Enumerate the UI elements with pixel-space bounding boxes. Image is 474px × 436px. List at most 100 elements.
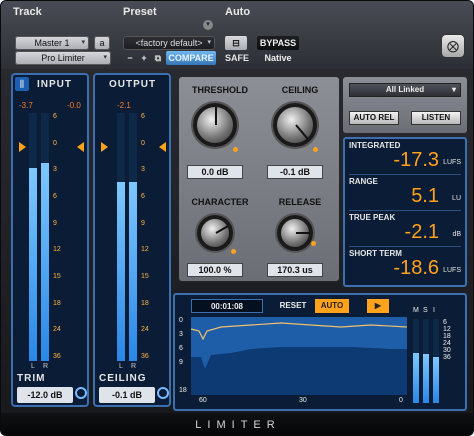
scale-tick: 12 [53,246,61,254]
graph-y-tick: 18 [179,387,187,394]
scale-tick: 36 [443,354,451,361]
release-label: RELEASE [278,197,322,207]
threshold-value[interactable]: 0.0 dB [187,165,243,179]
native-indicator: Native [264,53,292,63]
output-left-meter [117,113,125,361]
release-knob[interactable] [277,215,313,251]
chevron-down-icon: ▾ [207,39,211,46]
chevron-down-icon: ▾ [451,85,456,94]
scale-tick: 3 [53,166,57,174]
scale-tick: 36 [53,353,61,360]
trim-target-icon[interactable] [75,387,87,399]
msi-label-m: M [413,307,419,314]
character-value[interactable]: 100.0 % [187,263,243,277]
scale-tick: 0 [141,139,145,147]
copy-settings-icon[interactable]: ⧉ [152,51,164,65]
preset-label: Preset [123,6,157,18]
scale-tick: 24 [141,326,149,334]
link-mode-value: All Linked [385,85,425,94]
preset-menu-icon[interactable]: ▾ [203,20,213,30]
scale-tick: 18 [443,333,451,340]
threshold-knob[interactable] [193,103,237,147]
character-dot [231,249,236,254]
auto-button[interactable]: AUTO [315,299,349,313]
history-graph-panel: 00:01:08 RESET AUTO ▶ 0 3 6 9 18 60 30 0 M S I… [173,293,467,411]
threshold-indicator [215,107,217,125]
character-knob[interactable] [197,215,233,251]
release-dot [311,241,316,246]
graph-y-tick: 3 [179,331,183,338]
ceiling-knob[interactable] [273,103,317,147]
ceiling-marker-left[interactable] [101,142,108,152]
track-name: Master 1 [34,38,70,48]
true-peak-label: TRUE PEAK [349,213,396,222]
listen-button[interactable]: LISTEN [411,111,461,125]
threshold-marker-right[interactable] [77,142,84,152]
msi-label-i: I [433,307,435,314]
threshold-marker-left[interactable] [19,142,26,152]
track-group-button[interactable]: a [94,36,110,50]
input-scale: 6 0 3 6 9 12 15 18 24 36 [53,113,67,361]
release-value[interactable]: 170.3 us [267,263,323,277]
reset-button[interactable]: RESET [275,299,311,313]
true-peak-value: -2.1 [404,221,439,243]
compare-button[interactable]: COMPARE [166,51,216,65]
output-left-fill [117,182,125,361]
scale-tick: 36 [141,353,149,360]
input-right-label: R [43,363,49,370]
integrated-fill [433,356,439,403]
output-meter-title: OUTPUT [109,79,157,90]
ceiling-knob-value[interactable]: -0.1 dB [267,165,323,179]
input-peak-left: -3.7 [19,101,33,110]
ceiling-indicator [295,124,309,140]
output-ceiling-field[interactable]: -0.1 dB [99,387,155,403]
scale-tick: 12 [141,246,149,254]
input-left-fill [29,167,37,361]
output-right-fill [129,182,137,361]
preset-previous-button[interactable]: − [124,51,136,65]
threshold-label: THRESHOLD [192,85,248,95]
preset-next-button[interactable]: + [138,51,150,65]
scale-tick: 15 [53,273,61,280]
track-selector[interactable]: Master 1 ▾ [15,36,89,50]
short-term-fill [423,354,429,403]
play-icon[interactable]: ▶ [367,299,389,313]
link-mode-selector[interactable]: All Linked ▾ [349,83,461,97]
scale-tick: 6 [141,113,145,120]
automation-icon[interactable]: ⊟ [225,36,247,50]
scale-tick: 6 [53,193,57,200]
plugin-selector[interactable]: Pro Limiter ▾ [15,51,111,65]
ceiling-target-icon[interactable] [157,387,169,399]
auto-release-button[interactable]: AUTO REL [349,111,399,125]
range-row: RANGE 5.1 LU [349,175,461,211]
input-left-label: L [31,363,35,370]
track-label: Track [13,6,42,18]
input-peak-right: -0.0 [67,101,81,110]
integrated-row: INTEGRATED -17.3 LUFS [349,139,461,175]
link-panel: All Linked ▾ AUTO REL LISTEN [343,77,467,133]
ceiling-marker-right[interactable] [159,142,166,152]
trim-field[interactable]: -12.0 dB [17,387,73,403]
plugin-logo-icon: ⨂ [441,34,465,58]
integrated-meter [433,319,439,403]
bypass-button[interactable]: BYPASS [257,36,299,50]
trim-label: TRIM [17,373,46,384]
character-label: CHARACTER [191,197,249,207]
input-left-meter [29,113,37,361]
input-meter-panel: ⫼ INPUT -3.7 -0.0 6 0 3 6 9 12 15 18 24 36 L R TR… [11,73,89,407]
msi-meters: M S I 6 12 18 24 30 36 [413,307,463,407]
meter-link-icon[interactable]: ⫼ [15,77,29,91]
scale-tick: 9 [141,219,145,227]
time-display: 00:01:08 [191,299,263,313]
preset-selector[interactable]: <factory default> ▾ [123,36,215,50]
output-right-meter [129,113,137,361]
plugin-name: Pro Limiter [41,53,85,63]
gain-reduction-graph [191,317,407,395]
true-peak-unit: dB [452,231,461,238]
scale-tick: 9 [53,219,57,227]
safe-button[interactable]: SAFE [225,51,249,65]
scale-tick: 6 [53,113,57,120]
range-label: RANGE [349,177,378,186]
graph-y-tick: 9 [179,359,183,366]
graph-x-scale: 60 30 0 [191,397,407,407]
